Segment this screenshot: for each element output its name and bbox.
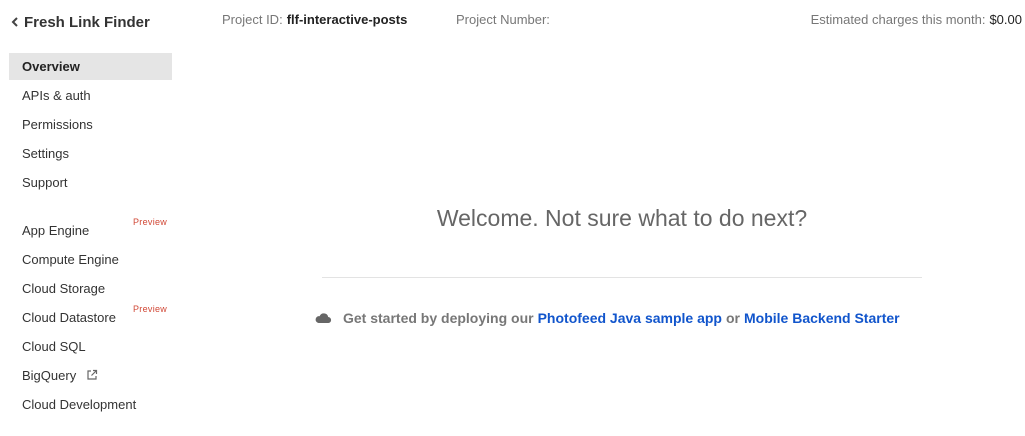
project-id-value: flf-interactive-posts: [286, 12, 408, 27]
getting-started-message: Get started by deploying our Photofeed J…: [314, 309, 904, 327]
sidebar-item-label: Permissions: [22, 117, 93, 132]
divider: [322, 277, 922, 278]
cloud-icon: [315, 313, 332, 324]
sidebar-item-label: Cloud Datastore: [22, 310, 116, 325]
sidebar-item-permissions[interactable]: Permissions: [9, 111, 172, 138]
project-id-label: Project ID:: [222, 12, 283, 27]
getting-started-connector: or: [726, 310, 740, 326]
photofeed-sample-link[interactable]: Photofeed Java sample app: [538, 310, 722, 326]
preview-badge: Preview: [133, 217, 168, 227]
mobile-backend-starter-link[interactable]: Mobile Backend Starter: [744, 310, 900, 326]
getting-started-text: Get started by deploying our: [343, 310, 534, 326]
project-name: Fresh Link Finder: [24, 13, 150, 31]
sidebar-item-cloud-sql[interactable]: Cloud SQL: [9, 333, 172, 360]
estimated-charges: Estimated charges this month: $0.00: [811, 12, 1022, 27]
sidebar-item-label: Support: [22, 175, 68, 190]
sidebar-item-compute-engine[interactable]: Compute Engine: [9, 246, 172, 273]
sidebar-item-cloud-storage[interactable]: Cloud Storage: [9, 275, 172, 302]
charges-label: Estimated charges this month:: [810, 12, 986, 27]
sidebar-item-cloud-development[interactable]: Cloud Development: [9, 391, 172, 418]
preview-badge: Preview: [133, 304, 168, 314]
sidebar-item-apis-auth[interactable]: APIs & auth: [9, 82, 172, 109]
welcome-heading: Welcome. Not sure what to do next?: [436, 205, 808, 231]
external-link-icon: [87, 369, 97, 380]
sidebar-item-label: Overview: [22, 59, 80, 74]
chevron-left-icon: [11, 17, 18, 27]
sidebar-item-label: Cloud SQL: [22, 339, 86, 354]
charges-value: $0.00: [989, 12, 1022, 27]
sidebar: Fresh Link Finder Overview APIs & auth P…: [0, 0, 180, 436]
sidebar-item-bigquery[interactable]: BigQuery: [9, 362, 172, 389]
back-to-projects-link[interactable]: Fresh Link Finder: [8, 12, 150, 32]
sidebar-item-support[interactable]: Support: [9, 169, 172, 196]
sidebar-item-label: BigQuery: [22, 368, 77, 383]
sidebar-item-label: Cloud Storage: [22, 281, 106, 296]
sidebar-item-overview[interactable]: Overview: [9, 53, 172, 80]
project-number-label: Project Number:: [456, 12, 550, 27]
sidebar-item-settings[interactable]: Settings: [9, 140, 172, 167]
project-id: Project ID: flf-interactive-posts: [222, 12, 407, 27]
sidebar-item-label: App Engine: [22, 223, 90, 238]
sidebar-item-label: Cloud Development: [22, 397, 137, 412]
sidebar-item-label: Settings: [22, 146, 69, 161]
sidebar-item-label: Compute Engine: [22, 252, 119, 267]
project-number: Project Number:: [456, 12, 550, 27]
sidebar-item-label: APIs & auth: [22, 88, 91, 103]
